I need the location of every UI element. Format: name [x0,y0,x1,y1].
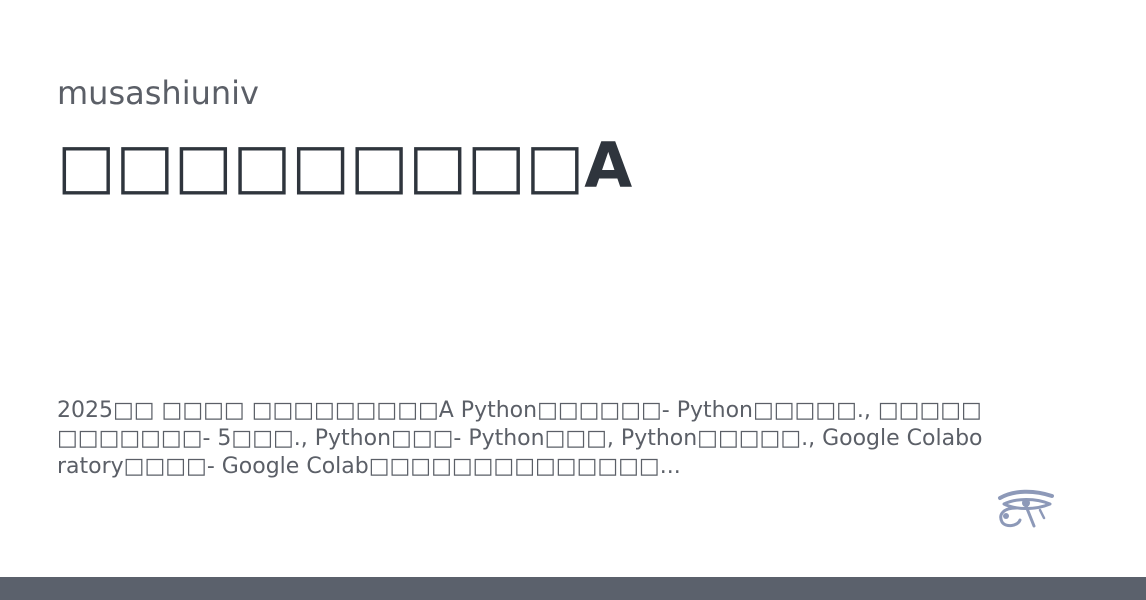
eye-of-horus-icon [998,489,1054,528]
footer-bar [0,577,1146,600]
repository-title: □□□□□□□□□A [57,129,633,202]
repository-description: 2025□□ □□□□ □□□□□□□□□A Python□□□□□□- Pyt… [57,398,983,479]
repository-owner: musashiuniv [57,74,259,112]
social-preview-card: musashiuniv □□□□□□□□□A 2025□□ □□□□ □□□□□… [0,0,1146,600]
